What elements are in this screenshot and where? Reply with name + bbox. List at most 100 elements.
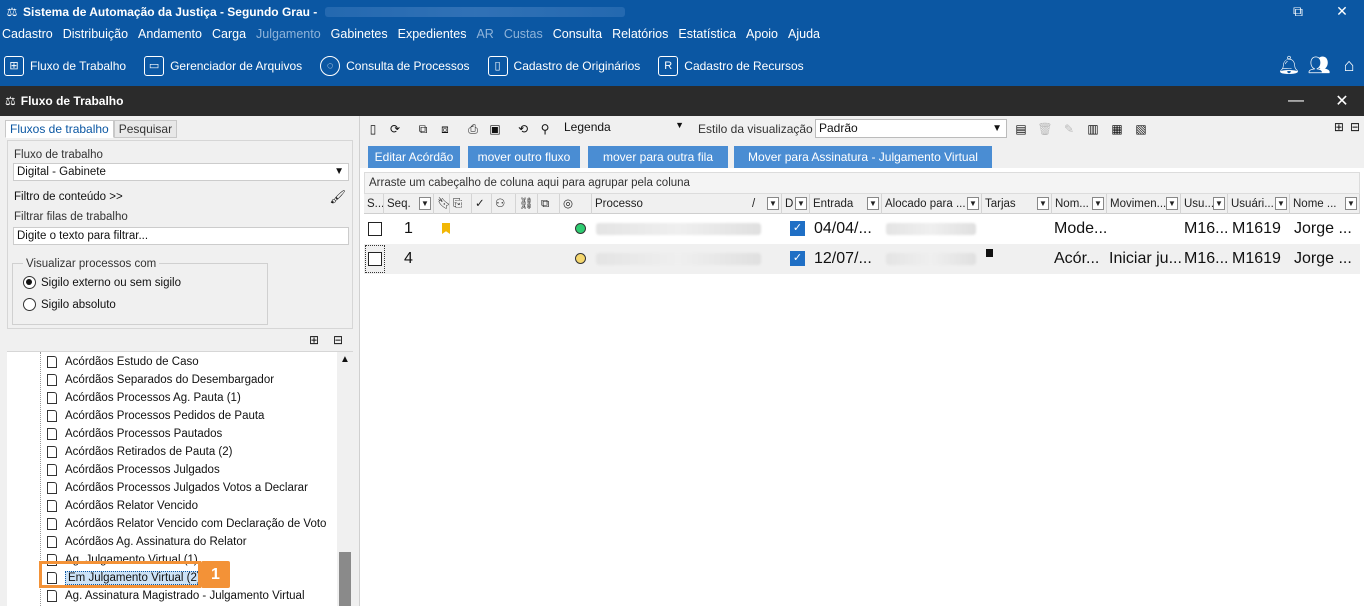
legend-dropdown[interactable]: Legenda ▼ [564, 120, 686, 137]
col-header-nome2[interactable]: Nome ... ▼ [1290, 194, 1360, 214]
tree-item[interactable]: Acórdãos Processos Pedidos de Pauta [47, 407, 264, 425]
tree-item[interactable]: Acórdãos Processos Julgados [47, 461, 220, 479]
filter-dropdown-icon[interactable]: ▼ [795, 197, 807, 210]
print-icon[interactable]: ⎙ [464, 120, 482, 138]
tree-item[interactable]: Acórdãos Relator Vencido com Declaração … [47, 515, 326, 533]
filter-dropdown-icon[interactable]: ▼ [1092, 197, 1104, 210]
tree-item[interactable]: Acórdãos Processos Julgados Votos a Decl… [47, 479, 308, 497]
filter-dropdown-icon[interactable]: ▼ [1037, 197, 1049, 210]
save-icon[interactable]: ▣ [486, 120, 504, 138]
tree-item[interactable]: Acórdãos Relator Vencido [47, 497, 198, 515]
collapse-all-icon[interactable]: ⊟ [333, 333, 343, 347]
filter-dropdown-icon[interactable]: ▼ [1213, 197, 1225, 210]
table-row[interactable]: 4 ✓ 12/07/... Acór... Iniciar ju... M16.… [364, 244, 1360, 274]
copy-icon[interactable]: ⧈ [436, 120, 454, 138]
col-header-tarjas[interactable]: Tarjas ▼ [982, 194, 1052, 214]
toolbar-cadastro-originarios[interactable]: ▯ Cadastro de Originários [487, 55, 640, 76]
menu-relatorios[interactable]: Relatórios [612, 27, 668, 41]
menu-expedientes[interactable]: Expedientes [398, 27, 467, 41]
filter-dropdown-icon[interactable]: ▼ [419, 197, 431, 210]
move-icon[interactable]: ⧉ [414, 120, 432, 138]
toolbar-consulta-processos[interactable]: ◌ Consulta de Processos [320, 55, 470, 76]
users-icon[interactable]: 👥︎ [1308, 53, 1331, 77]
tree-item[interactable]: Acórdãos Ag. Assinatura do Relator [47, 533, 247, 551]
queue-filter-input[interactable]: Digite o texto para filtrar... [13, 227, 349, 245]
filter-dropdown-icon[interactable]: ▼ [1275, 197, 1287, 210]
toolbar-gerenciador-arquivos[interactable]: ▭ Gerenciador de Arquivos [144, 55, 302, 76]
scrollbar-thumb[interactable] [339, 552, 351, 606]
filter-dropdown-icon[interactable]: ▼ [1345, 197, 1357, 210]
d-checkbox[interactable]: ✓ [790, 221, 805, 236]
minimize-button[interactable]: — [1274, 86, 1318, 116]
menu-ajuda[interactable]: Ajuda [788, 27, 820, 41]
row-checkbox[interactable] [368, 222, 382, 236]
filter-dropdown-icon[interactable]: ▼ [967, 197, 979, 210]
col-header-entrada[interactable]: Entrada ▼ [810, 194, 882, 214]
toolbar-cadastro-recursos[interactable]: R Cadastro de Recursos [658, 55, 804, 76]
col-header-d[interactable]: D ▼ [782, 194, 810, 214]
home-icon[interactable]: ⌂ [1338, 53, 1360, 77]
col-header-attachment[interactable]: ⎘ [450, 194, 472, 214]
save-view-icon[interactable]: ▤ [1012, 120, 1030, 138]
tree-item[interactable]: Acórdãos Processos Ag. Pauta (1) [47, 389, 241, 407]
tree-scrollbar[interactable]: ▲ [337, 352, 353, 606]
mover-assinatura-button[interactable]: Mover para Assinatura - Julgamento Virtu… [734, 146, 992, 168]
group-by-area[interactable]: Arraste um cabeçalho de coluna aqui para… [364, 172, 1360, 194]
menu-distribuicao[interactable]: Distribuição [63, 27, 128, 41]
col-header-link[interactable]: ⛓ [516, 194, 538, 214]
editar-acordao-button[interactable]: Editar Acórdão [368, 146, 460, 168]
menu-apoio[interactable]: Apoio [746, 27, 778, 41]
history-icon[interactable]: ⟲ [514, 120, 532, 138]
flow-select[interactable]: Digital - Gabinete ▼ [13, 163, 349, 181]
menu-gabinetes[interactable]: Gabinetes [331, 27, 388, 41]
filter-dropdown-icon[interactable]: ▼ [867, 197, 879, 210]
col-header-seq[interactable]: Seq. ▼ [384, 194, 434, 214]
col-header-alocado[interactable]: Alocado para ... ▼ [882, 194, 982, 214]
document-icon[interactable]: ▦ [1108, 120, 1126, 138]
expand-all-icon[interactable]: ⊞ [309, 333, 319, 347]
bell-icon[interactable]: 🔔︎ [1278, 53, 1301, 77]
search-person-icon[interactable]: ⚲ [536, 120, 554, 138]
menu-consulta[interactable]: Consulta [553, 27, 602, 41]
tab-fluxos-trabalho[interactable]: Fluxos de trabalho [5, 120, 114, 138]
menu-carga[interactable]: Carga [212, 27, 246, 41]
col-header-movimento[interactable]: Movimen... ▼ [1107, 194, 1181, 214]
view-style-select[interactable]: Padrão ▼ [815, 119, 1007, 138]
layout-icon[interactable]: ▧ [1132, 120, 1150, 138]
col-header-users[interactable]: ⚇ [492, 194, 516, 214]
col-header-nome[interactable]: Nom... ▼ [1052, 194, 1107, 214]
col-header-check[interactable]: ✓ [472, 194, 492, 214]
col-header-usu[interactable]: Usu... ▼ [1181, 194, 1228, 214]
mover-outro-fluxo-button[interactable]: mover outro fluxo [468, 146, 580, 168]
col-header-processo[interactable]: Processo / ▼ [592, 194, 782, 214]
tab-pesquisar[interactable]: Pesquisar [113, 120, 178, 138]
col-header-usuario[interactable]: Usuári... ▼ [1228, 194, 1290, 214]
expand-all-icon[interactable]: ⊞ [1334, 120, 1344, 134]
col-header-copy[interactable]: ⧉ [538, 194, 560, 214]
brush-icon[interactable]: 🖌︎ [329, 189, 346, 205]
filter-dropdown-icon[interactable]: ▼ [767, 197, 779, 210]
menu-cadastro[interactable]: Cadastro [2, 27, 53, 41]
close-window-button[interactable]: ✕ [1320, 0, 1364, 23]
restore-window-button[interactable]: ⧉ [1276, 0, 1320, 23]
col-header-status[interactable]: ◎ [560, 194, 592, 214]
new-doc-icon[interactable]: ▯ [364, 120, 382, 138]
table-row[interactable]: 1 ✓ 04/04/... Mode... M16... M1619 Jorge… [364, 214, 1360, 244]
scroll-up-icon[interactable]: ▲ [340, 354, 350, 365]
tree-item[interactable]: Acórdãos Separados do Desembargador [47, 371, 274, 389]
tree-item[interactable]: Acórdãos Processos Pautados [47, 425, 222, 443]
menu-estatistica[interactable]: Estatística [678, 27, 736, 41]
col-header-bookmark[interactable]: 🔖︎ [434, 194, 450, 214]
tree-item[interactable]: Acórdãos Estudo de Caso [47, 353, 199, 371]
radio-sigilo-absoluto[interactable]: Sigilo absoluto [23, 298, 116, 311]
tree-item[interactable]: Ag. Assinatura Magistrado - Julgamento V… [47, 587, 305, 605]
col-header-selection[interactable]: S... [364, 194, 384, 214]
menu-andamento[interactable]: Andamento [138, 27, 202, 41]
d-checkbox[interactable]: ✓ [790, 251, 805, 266]
refresh-icon[interactable]: ⟳ [386, 120, 404, 138]
content-filter-link[interactable]: Filtro de conteúdo >> [14, 191, 123, 203]
close-panel-button[interactable]: ✕ [1320, 86, 1364, 116]
tree-item[interactable]: Acórdãos Retirados de Pauta (2) [47, 443, 232, 461]
filter-dropdown-icon[interactable]: ▼ [1166, 197, 1178, 210]
radio-sigilo-externo[interactable]: Sigilo externo ou sem sigilo [23, 276, 181, 289]
